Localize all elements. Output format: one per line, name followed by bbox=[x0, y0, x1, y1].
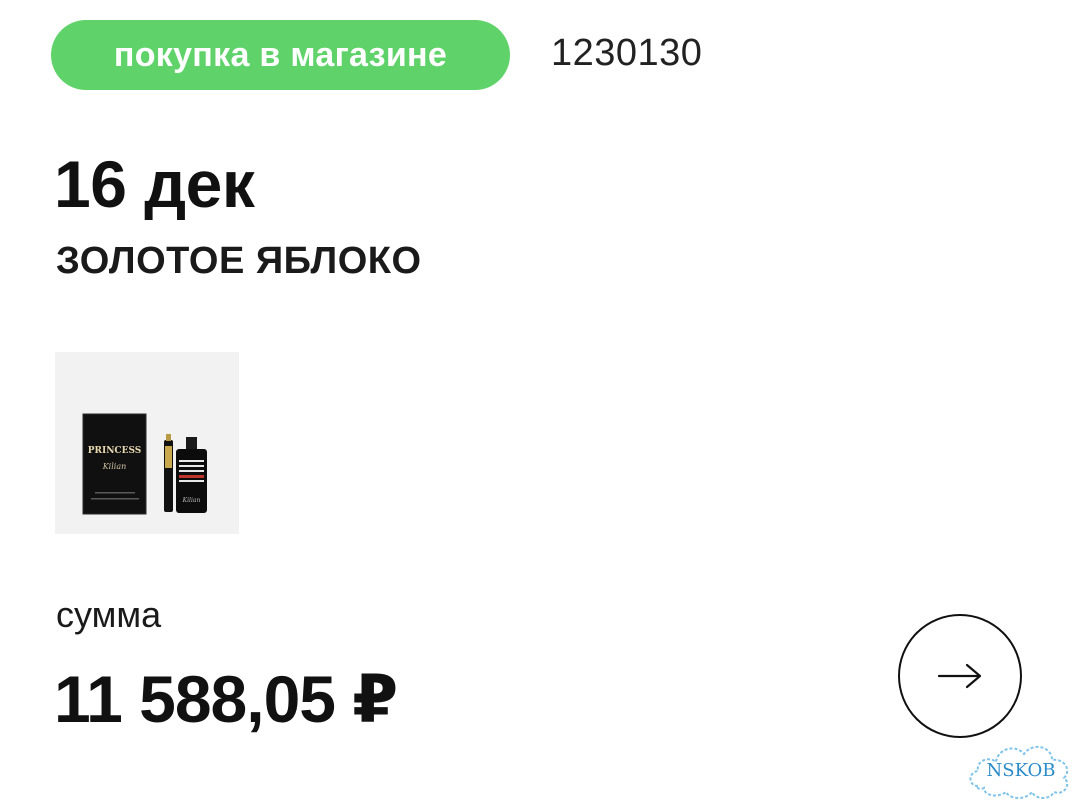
sum-value: 11 588,05 ₽ bbox=[54, 662, 398, 736]
purchase-date: 16 дек bbox=[54, 147, 255, 221]
product-image[interactable]: PRINCESS Kilian Kilian bbox=[55, 352, 239, 534]
order-number: 1230130 bbox=[551, 32, 703, 74]
perfume-set-illustration: PRINCESS Kilian Kilian bbox=[55, 352, 239, 534]
purchase-type-badge: покупка в магазине bbox=[51, 20, 510, 90]
watermark-logo: NSKOB bbox=[966, 736, 1076, 802]
open-details-button[interactable] bbox=[898, 614, 1022, 738]
watermark-text: NSKOB bbox=[986, 760, 1056, 781]
box-brand-text: Kilian bbox=[102, 462, 127, 471]
store-name: ЗОЛОТОЕ ЯБЛОКО bbox=[56, 240, 422, 282]
arrow-right-icon bbox=[937, 663, 982, 689]
sum-label: сумма bbox=[56, 594, 162, 635]
bottle-brand-text: Kilian bbox=[182, 497, 201, 504]
box-title-text: PRINCESS bbox=[88, 446, 142, 456]
